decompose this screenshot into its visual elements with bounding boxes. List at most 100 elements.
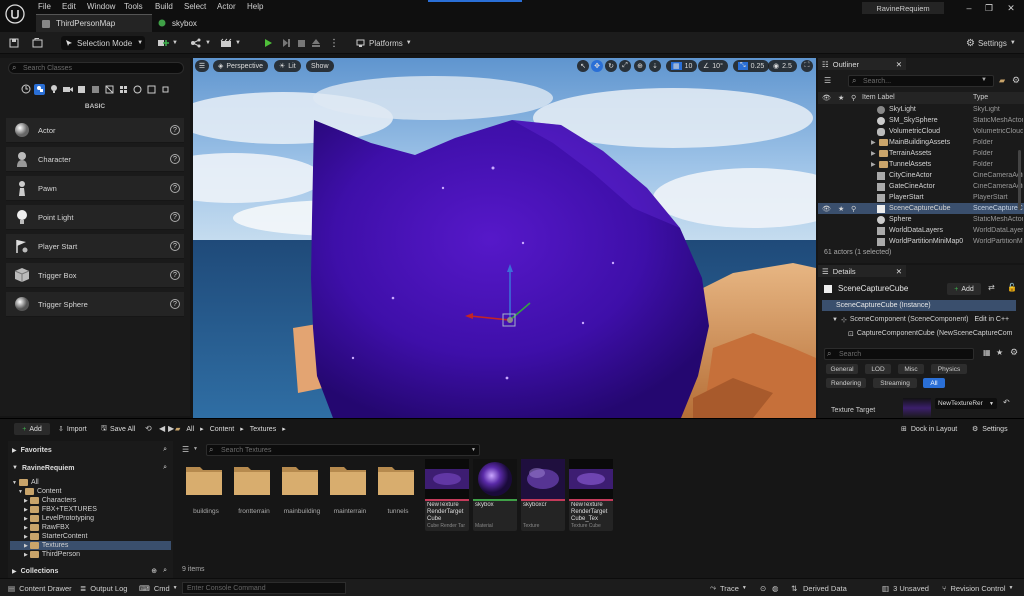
outliner-row[interactable]: PlayerStart PlayerStart (818, 192, 1024, 203)
outliner-row[interactable]: ▶ TerrainAssets Folder (818, 148, 1024, 159)
world-space-icon[interactable]: ⊕ (634, 60, 646, 72)
tree-item-all[interactable]: ▼ All (12, 478, 39, 487)
rotate-icon[interactable]: ↻ (605, 60, 617, 72)
outliner-scrollbar[interactable] (1018, 150, 1021, 210)
stop-button[interactable] (296, 36, 306, 50)
unsaved-button[interactable]: ▥ 3 Unsaved (882, 582, 929, 594)
filter-icon[interactable]: ☰ (182, 445, 189, 454)
component-row[interactable]: ▼ ⊹ SceneComponent (SceneComponent) Edit… (822, 314, 1016, 325)
help-icon[interactable]: ? (170, 270, 180, 280)
folder-item[interactable]: tunnels (376, 461, 420, 515)
grid-snap-button[interactable]: ▦ 10 (666, 60, 698, 72)
outliner-row-selected[interactable]: 👁 ★ ⚲ SceneCaptureCube SceneCaptureCube (818, 203, 1024, 214)
cinematic-icon[interactable] (62, 84, 73, 95)
lock-icon[interactable]: 🔓 (1007, 283, 1017, 292)
import-button[interactable]: ⇩ Import (58, 423, 87, 435)
all-classes-icon[interactable] (118, 84, 129, 95)
cb-settings-button[interactable]: ⚙ Settings (972, 423, 1008, 435)
level-viewport[interactable]: ☰ ◈ Perspective ☀ Lit Show ↖ ✥ ↻ ⤢ ⊕ ⇣ ▦… (193, 58, 816, 418)
search-icon[interactable]: ⌕ (163, 446, 167, 454)
gear-icon[interactable]: ⚙ (1012, 75, 1020, 86)
search-textures-input[interactable]: Search Textures (206, 444, 480, 456)
asset-card[interactable]: NewTexture RenderTarget Cube_Tex Texture… (569, 459, 613, 531)
show-button[interactable]: Show (306, 60, 334, 72)
tree-item-rawfbx[interactable]: ▶ RawFBX (24, 523, 69, 532)
actor-item-actor[interactable]: Actor ? (6, 118, 184, 143)
star-icon[interactable]: ★ (996, 348, 1003, 357)
details-tab[interactable]: ☰ Details ✕ (818, 265, 906, 277)
save-all-button[interactable]: 🖫 Save All (101, 423, 135, 435)
menu-window[interactable]: Window (87, 2, 115, 11)
expand-arrow-icon[interactable]: ▶ (871, 139, 876, 146)
shapes-icon[interactable] (132, 84, 143, 95)
blueprint-icon[interactable]: ⇄ (988, 283, 995, 292)
revision-control-button[interactable]: ⑂ Revision Control ▼ (942, 582, 1013, 594)
menu-tools[interactable]: Tools (124, 2, 143, 11)
category-misc[interactable]: Misc (898, 364, 924, 374)
help-icon[interactable]: ? (170, 241, 180, 251)
content-drawer-button[interactable]: ▤ Content Drawer (8, 582, 72, 594)
star-icon[interactable]: ★ (838, 205, 844, 213)
outliner-row[interactable]: ▶ TunnelAssets Folder (818, 159, 1024, 170)
tab-skybox[interactable]: skybox (152, 14, 262, 32)
actor-item-pawn[interactable]: Pawn ? (6, 176, 184, 201)
step-button[interactable] (281, 36, 291, 50)
folder-item[interactable]: mainbuilding (280, 461, 324, 515)
cmd-dropdown[interactable]: ⌨ Cmd ▼ (139, 582, 178, 594)
add-collection-icon[interactable]: ⊕ (151, 567, 157, 575)
search-icon[interactable]: ⌕ (163, 464, 167, 472)
asset-card[interactable]: skyboxcr Texture (521, 459, 565, 531)
breadcrumb-item[interactable]: Content (210, 426, 235, 433)
help-icon[interactable]: ? (170, 299, 180, 309)
favorites-section[interactable]: ▶ Favorites ⌕ (8, 444, 173, 456)
outliner-row[interactable]: VolumetricCloud VolumetricCloud (818, 126, 1024, 137)
back-icon[interactable]: ◀ (159, 424, 165, 433)
folder-item[interactable]: mainterrain (328, 461, 372, 515)
breadcrumb-item[interactable]: Textures (250, 426, 276, 433)
tree-item-fbx-textures[interactable]: ▶ FBX+TEXTURES (24, 505, 97, 514)
expand-arrow-icon[interactable]: ▶ (871, 150, 876, 157)
geometry-icon[interactable] (90, 84, 101, 95)
help-icon[interactable]: ? (170, 212, 180, 222)
collections-section[interactable]: ▶ Collections ⊕ ⌕ (8, 565, 173, 577)
category-physics[interactable]: Physics (931, 364, 967, 374)
outliner-search-input[interactable]: Search... (848, 75, 994, 87)
settings-button[interactable]: ⚙ Settings ▼ (966, 36, 1016, 50)
output-log-button[interactable]: ≣ Output Log (80, 582, 127, 594)
pin-icon[interactable]: ⚲ (851, 205, 856, 213)
category-general[interactable]: General (826, 364, 858, 374)
tree-item-content[interactable]: ▼ Content (18, 487, 61, 496)
record-icon[interactable]: ⊙ (760, 582, 766, 594)
project-section[interactable]: ▼ RavineRequiem ⌕ (8, 462, 173, 474)
category-rendering[interactable]: Rendering (826, 378, 866, 388)
minimize-button[interactable]: – (962, 2, 976, 14)
lights-icon[interactable] (48, 84, 59, 95)
square-icon[interactable] (160, 84, 171, 95)
camera-speed-button[interactable]: ◉ 2.5 (768, 60, 797, 72)
texture-target-dropdown[interactable]: NewTextureRer ▼ (935, 398, 997, 409)
unreal-logo-icon[interactable] (5, 4, 25, 24)
add-component-button[interactable]: + Add (947, 283, 981, 295)
blueprints-button[interactable]: ▼ (190, 36, 211, 50)
actor-item-character[interactable]: Character ? (6, 147, 184, 172)
col-type[interactable]: Type (973, 94, 988, 101)
tree-item-thirdperson[interactable]: ▶ ThirdPerson (24, 550, 80, 559)
tree-item-startercontent[interactable]: ▶ StarterContent (24, 532, 87, 541)
tree-item-textures[interactable]: ▶ Textures (10, 541, 171, 550)
add-button[interactable]: + Add (14, 423, 50, 435)
close-icon[interactable]: ✕ (896, 267, 902, 276)
outliner-row[interactable]: Sphere StaticMeshActor (818, 214, 1024, 225)
viewport-scene[interactable] (193, 58, 816, 418)
play-options-kebab-icon[interactable]: ⋮ (329, 36, 339, 50)
outliner-row[interactable]: WorldDataLayers WorldDataLayers (818, 225, 1024, 236)
console-input[interactable]: Enter Console Command (182, 582, 346, 594)
expand-arrow-icon[interactable]: ▶ (871, 161, 876, 168)
category-all[interactable]: All (923, 378, 945, 388)
tree-item-characters[interactable]: ▶ Characters (24, 496, 76, 505)
surface-snap-icon[interactable]: ⇣ (649, 60, 661, 72)
dock-in-layout-button[interactable]: ⊞ Dock in Layout (901, 423, 957, 435)
asset-card[interactable]: skybox Material (473, 459, 517, 531)
create-folder-icon[interactable]: ▰ (999, 76, 1005, 85)
save-icon[interactable] (9, 36, 19, 50)
outliner-row[interactable]: WorldPartitionMiniMap0 WorldPartitionMin… (818, 236, 1024, 247)
